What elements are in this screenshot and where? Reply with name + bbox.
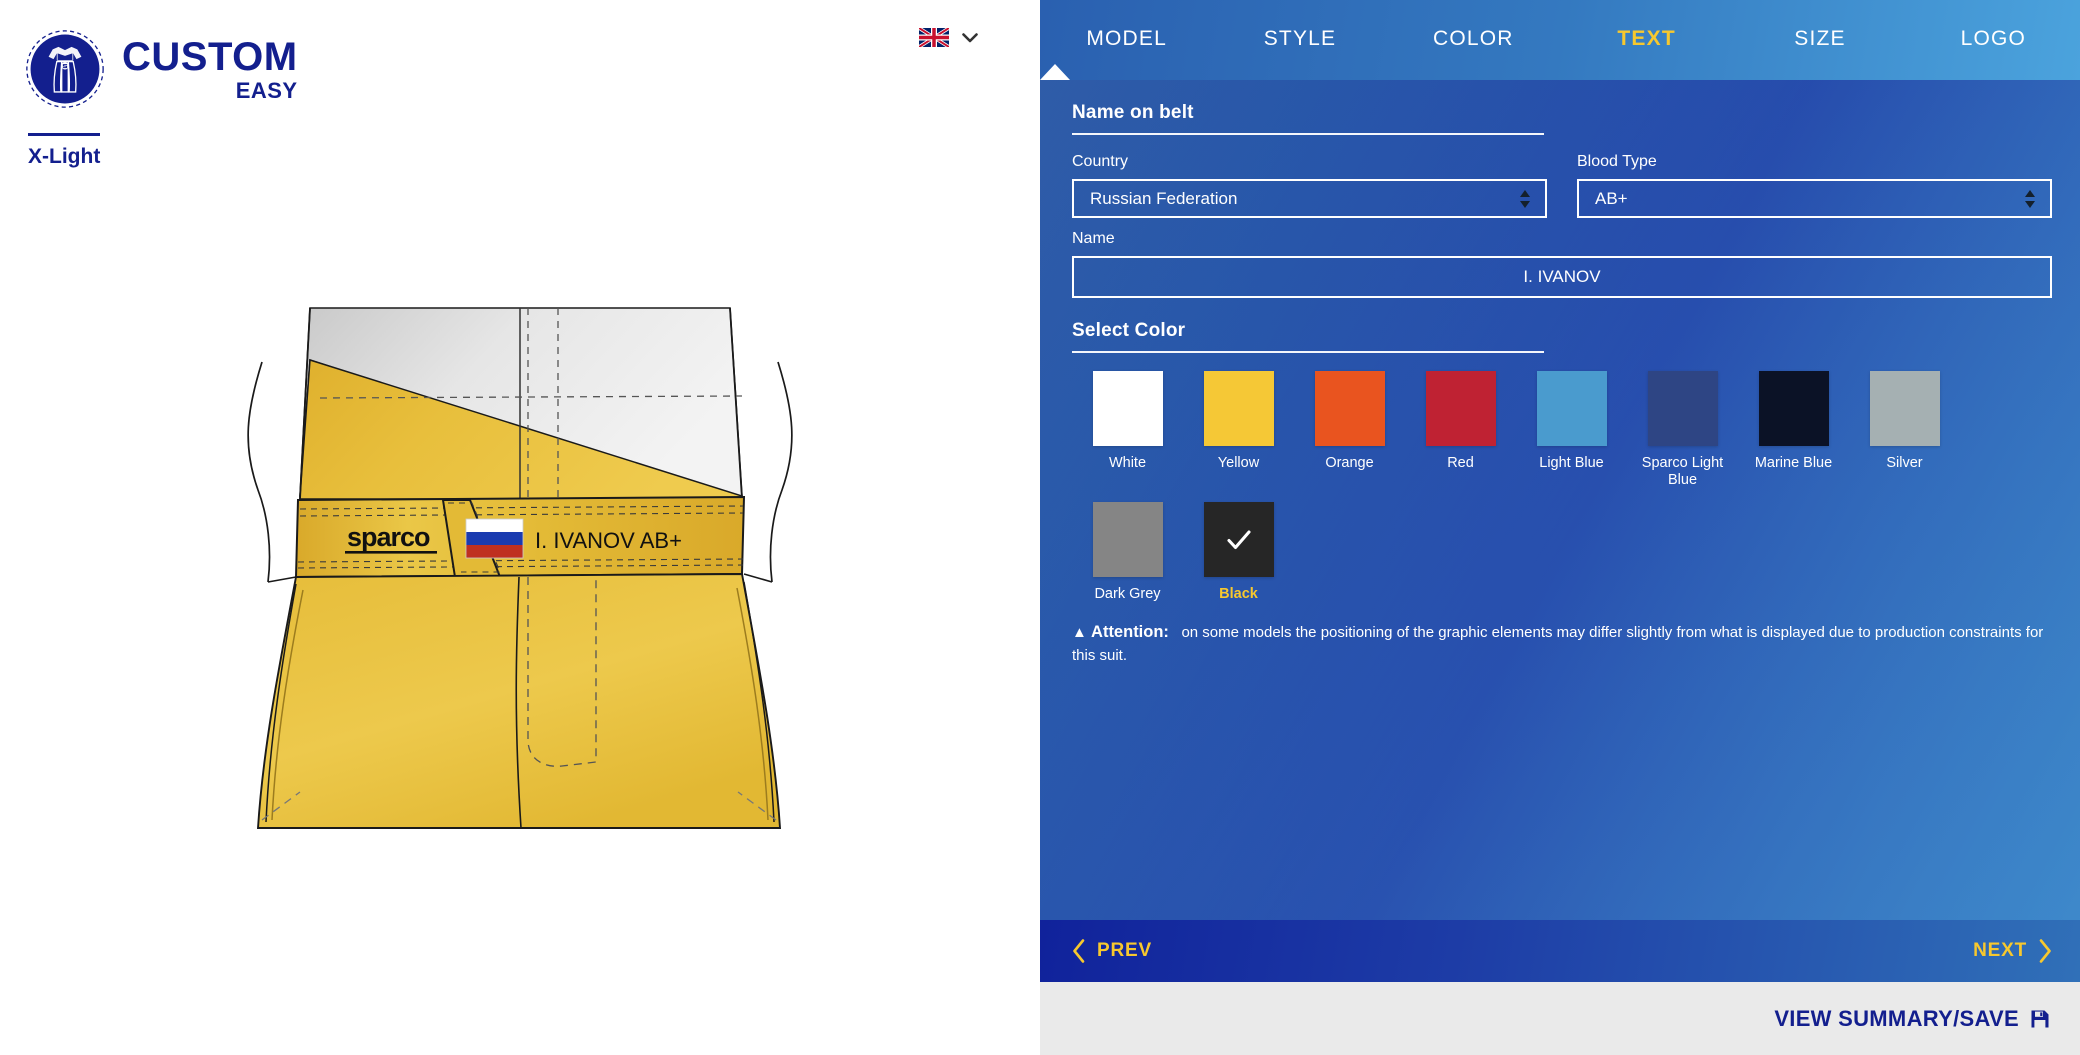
brand-title: CUSTOM bbox=[122, 34, 298, 79]
name-input-value: I. IVANOV bbox=[1523, 267, 1601, 286]
chevron-left-icon bbox=[1073, 939, 1085, 963]
blood-type-select-value: AB+ bbox=[1595, 188, 1628, 208]
name-input[interactable]: I. IVANOV bbox=[1072, 256, 2052, 298]
view-summary-save-button[interactable]: VIEW SUMMARY/SAVE bbox=[1774, 1006, 2050, 1032]
model-badge: X-Light bbox=[28, 133, 100, 169]
prev-label: PREV bbox=[1097, 940, 1152, 961]
text-step-form: Name on belt Country Russian Federation bbox=[1040, 80, 2080, 920]
blood-type-label: Blood Type bbox=[1577, 153, 1657, 170]
name-field: Name I. IVANOV bbox=[1072, 230, 2052, 298]
swatch-chip bbox=[1758, 371, 1829, 446]
swatch-light-blue[interactable]: Light Blue bbox=[1516, 371, 1627, 488]
tab-style[interactable]: STYLE bbox=[1213, 27, 1386, 53]
tab-color[interactable]: COLOR bbox=[1387, 27, 1560, 53]
swatch-orange[interactable]: Orange bbox=[1294, 371, 1405, 488]
country-field: Country Russian Federation bbox=[1072, 153, 1547, 218]
name-on-belt-heading-text: Name on belt bbox=[1072, 102, 1194, 123]
model-badge-label: X-Light bbox=[28, 145, 101, 168]
tab-size[interactable]: SIZE bbox=[1733, 27, 1906, 53]
swatch-red[interactable]: Red bbox=[1405, 371, 1516, 488]
product-preview-pane: CUSTOM EASY X-Light sparco I. IVANOV AB+ bbox=[0, 0, 1040, 1055]
attention-label: Attention: bbox=[1091, 623, 1169, 642]
country-bloodtype-row: Country Russian Federation Blood Type AB… bbox=[1072, 153, 2052, 218]
next-label: NEXT bbox=[1973, 940, 2027, 961]
attention-text: on some models the positioning of the gr… bbox=[1072, 624, 2044, 664]
swatch-label: Silver bbox=[1886, 455, 1923, 471]
select-color-heading: Select Color bbox=[1072, 320, 2052, 353]
swatch-label: White bbox=[1108, 455, 1147, 471]
save-disk-icon bbox=[2031, 1010, 2049, 1027]
swatch-chip bbox=[1536, 371, 1607, 446]
racing-suit-circle-logo-icon bbox=[26, 30, 104, 108]
select-color-section: Select Color White Yellow Orange Red Lig… bbox=[1072, 320, 2052, 617]
swatch-label: Orange bbox=[1325, 455, 1374, 471]
step-tabbar: MODEL STYLE COLOR TEXT SIZE LOGO bbox=[1040, 0, 2080, 80]
swatch-label: Marine Blue bbox=[1754, 455, 1833, 471]
swatch-marine-blue[interactable]: Marine Blue bbox=[1738, 371, 1849, 488]
swatch-label: Black bbox=[1219, 586, 1258, 603]
warning-triangle-icon: ▲ bbox=[1072, 624, 1087, 642]
prev-button[interactable]: PREV bbox=[1072, 939, 1152, 963]
swatch-black[interactable]: Black bbox=[1183, 502, 1294, 603]
step-navigation: PREV NEXT bbox=[1040, 920, 2080, 982]
next-button[interactable]: NEXT bbox=[1973, 939, 2052, 963]
select-color-heading-text: Select Color bbox=[1072, 320, 1186, 341]
swatch-sparco-light-blue[interactable]: Sparco Light Blue bbox=[1627, 371, 1738, 488]
swatch-label: Red bbox=[1447, 455, 1474, 471]
tab-logo[interactable]: LOGO bbox=[1907, 27, 2080, 53]
swatch-chip bbox=[1203, 502, 1274, 578]
uk-flag-icon bbox=[919, 28, 949, 47]
brand-subtitle: EASY bbox=[235, 77, 298, 103]
swatch-chip bbox=[1314, 371, 1385, 446]
check-icon bbox=[1226, 530, 1251, 549]
stepper-arrows-icon bbox=[1520, 189, 1530, 208]
view-summary-save-label: VIEW SUMMARY/SAVE bbox=[1774, 1005, 2019, 1031]
swatch-chip bbox=[1092, 371, 1163, 446]
chevron-right-icon bbox=[2039, 939, 2051, 963]
configurator-panel: MODEL STYLE COLOR TEXT SIZE LOGO Name on… bbox=[1040, 0, 2080, 1055]
swatch-chip bbox=[1869, 371, 1940, 446]
country-select-value: Russian Federation bbox=[1090, 188, 1238, 208]
brand-logo[interactable]: CUSTOM EASY bbox=[24, 28, 298, 110]
summary-bar: VIEW SUMMARY/SAVE bbox=[1040, 982, 2080, 1055]
swatch-chip bbox=[1203, 371, 1274, 446]
swatch-label: Sparco Light Blue bbox=[1641, 455, 1724, 488]
name-label: Name bbox=[1072, 230, 1115, 247]
heading-rule bbox=[1072, 133, 1544, 135]
color-swatch-grid: White Yellow Orange Red Light Blue Sparc… bbox=[1072, 371, 2052, 617]
swatch-white[interactable]: White bbox=[1072, 371, 1183, 488]
configurator-app: CUSTOM EASY X-Light sparco I. IVANOV AB+… bbox=[0, 0, 2080, 1055]
russia-flag-icon bbox=[465, 518, 524, 559]
tab-model[interactable]: MODEL bbox=[1040, 27, 1213, 53]
swatch-label: Light Blue bbox=[1539, 455, 1604, 471]
swatch-label: Dark Grey bbox=[1094, 586, 1161, 603]
swatch-chip bbox=[1425, 371, 1496, 446]
stepper-arrows-icon bbox=[2025, 189, 2035, 208]
select-color-rule bbox=[1072, 351, 1544, 353]
name-on-belt-heading: Name on belt bbox=[1072, 102, 2052, 135]
model-badge-rule bbox=[28, 133, 100, 136]
blood-type-select[interactable]: AB+ bbox=[1577, 179, 2052, 218]
belt-brand-text: sparco bbox=[347, 522, 430, 552]
brand-wordmark: CUSTOM EASY bbox=[122, 37, 298, 102]
country-select[interactable]: Russian Federation bbox=[1072, 179, 1547, 218]
tab-text[interactable]: TEXT bbox=[1560, 27, 1733, 53]
active-tab-pointer bbox=[1040, 64, 1070, 80]
swatch-silver[interactable]: Silver bbox=[1849, 371, 1960, 488]
blood-type-field: Blood Type AB+ bbox=[1577, 153, 2052, 218]
country-label: Country bbox=[1072, 153, 1129, 170]
swatch-chip bbox=[1647, 371, 1718, 446]
chevron-down-icon bbox=[962, 32, 978, 42]
swatch-chip bbox=[1092, 502, 1163, 578]
swatch-label: Yellow bbox=[1217, 455, 1260, 471]
attention-note: ▲ Attention: on some models the position… bbox=[1072, 621, 2052, 667]
swatch-yellow[interactable]: Yellow bbox=[1183, 371, 1294, 488]
belt-name-text: I. IVANOV AB+ bbox=[535, 528, 682, 553]
suit-preview-drawing: sparco I. IVANOV AB+ bbox=[247, 307, 793, 829]
language-selector[interactable] bbox=[919, 28, 978, 47]
swatch-dark-grey[interactable]: Dark Grey bbox=[1072, 502, 1183, 603]
